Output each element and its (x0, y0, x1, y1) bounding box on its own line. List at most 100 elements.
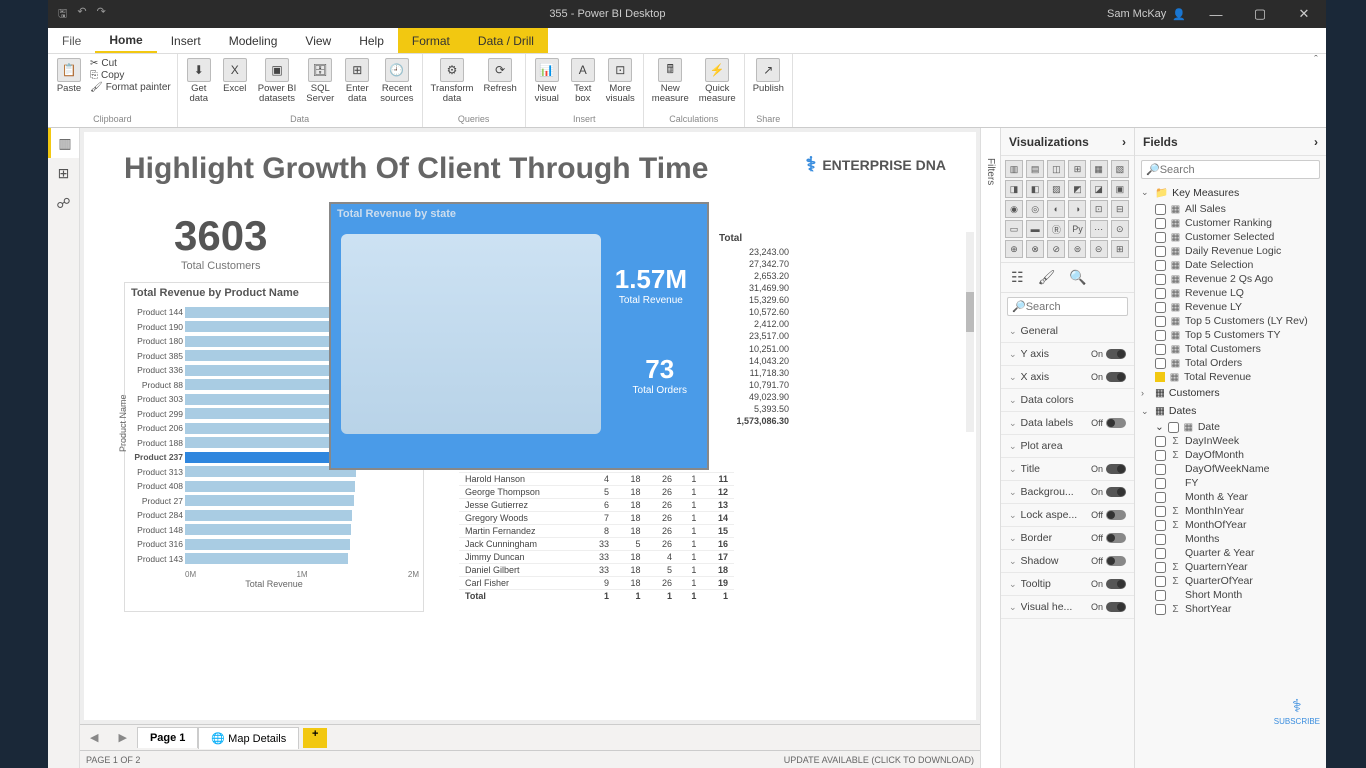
field-item[interactable]: Months (1135, 532, 1326, 546)
scrollbar[interactable] (966, 232, 974, 432)
more-visuals-button[interactable]: ⊡More visuals (602, 56, 639, 107)
format-section-lock-aspe-[interactable]: ⌄Lock aspe...Off (1001, 504, 1134, 527)
field-item[interactable]: ▦Daily Revenue Logic (1135, 244, 1326, 258)
collapse-ribbon-button[interactable]: ˆ (1306, 54, 1326, 127)
field-table-dates[interactable]: ⌄▦Dates (1135, 402, 1326, 420)
field-item[interactable]: ▦Customer Ranking (1135, 216, 1326, 230)
viz-type-button[interactable]: ⊡ (1090, 200, 1108, 218)
menu-format[interactable]: Format (398, 28, 464, 53)
viz-type-button[interactable]: ⊙ (1111, 220, 1129, 238)
filters-pane-collapsed[interactable]: Filters (980, 128, 1000, 768)
visualizations-header[interactable]: Visualizations› (1001, 128, 1134, 156)
field-item[interactable]: ▦Top 5 Customers TY (1135, 328, 1326, 342)
format-search[interactable]: 🔎 (1007, 297, 1128, 316)
field-item[interactable]: ▦Total Revenue (1135, 370, 1326, 384)
field-item[interactable]: ▦All Sales (1135, 202, 1326, 216)
format-section-y-axis[interactable]: ⌄Y axisOn (1001, 343, 1134, 366)
viz-type-button[interactable]: ⊞ (1111, 240, 1129, 258)
get-data-button[interactable]: ⬇Get data (182, 56, 216, 107)
fields-well-button[interactable]: ☷ (1011, 269, 1024, 286)
viz-type-button[interactable]: ◑ (1068, 200, 1086, 218)
viz-type-button[interactable]: ◉ (1005, 200, 1023, 218)
format-section-visual-he-[interactable]: ⌄Visual he...On (1001, 596, 1134, 619)
transform-data-button[interactable]: ⚙Transform data (427, 56, 478, 107)
viz-type-button[interactable]: ◐ (1047, 200, 1065, 218)
report-view-button[interactable]: ▥ (48, 128, 79, 158)
fields-header[interactable]: Fields› (1135, 128, 1326, 156)
viz-type-button[interactable]: ⊕ (1005, 240, 1023, 258)
viz-type-button[interactable]: ▭ (1005, 220, 1023, 238)
pbi-datasets-button[interactable]: ▣Power BI datasets (254, 56, 301, 107)
table-row[interactable]: Harold Hanson41826111 (459, 473, 734, 486)
new-measure-button[interactable]: 🖩New measure (648, 56, 693, 107)
user-label[interactable]: Sam McKay👤 (1099, 8, 1194, 21)
menu-home[interactable]: Home (95, 28, 156, 53)
fields-search[interactable]: 🔎 (1141, 160, 1320, 179)
update-available-link[interactable]: UPDATE AVAILABLE (CLICK TO DOWNLOAD) (784, 755, 974, 765)
viz-type-button[interactable]: ⊜ (1068, 240, 1086, 258)
viz-type-button[interactable]: ▥ (1005, 160, 1023, 178)
cut-button[interactable]: ✂ Cut (90, 58, 171, 69)
menu-data-drill[interactable]: Data / Drill (464, 28, 548, 53)
bar-row[interactable]: Product 408 (185, 479, 419, 494)
next-page-button[interactable]: ▶ (108, 731, 136, 744)
viz-type-button[interactable]: Py (1068, 220, 1086, 238)
page-tab-map-details[interactable]: 🌐 Map Details (198, 727, 299, 749)
format-section-data-colors[interactable]: ⌄Data colors (1001, 389, 1134, 412)
toggle[interactable]: On (1091, 602, 1126, 612)
table-row[interactable]: Daniel Gilbert33185118 (459, 564, 734, 577)
copy-button[interactable]: ⎘ Copy (90, 70, 171, 81)
viz-type-button[interactable]: ◧ (1026, 180, 1044, 198)
kpi-total-customers[interactable]: 3603 Total Customers (174, 212, 267, 272)
viz-type-button[interactable]: ▬ (1026, 220, 1044, 238)
format-section-tooltip[interactable]: ⌄TooltipOn (1001, 573, 1134, 596)
bar-row[interactable]: Product 284 (185, 508, 419, 523)
toggle[interactable]: Off (1091, 510, 1126, 520)
redo-icon[interactable]: ↷ (97, 5, 106, 24)
format-section-x-axis[interactable]: ⌄X axisOn (1001, 366, 1134, 389)
viz-type-button[interactable]: ⊝ (1090, 240, 1108, 258)
field-item[interactable]: DayOfWeekName (1135, 462, 1326, 476)
toggle[interactable]: Off (1091, 556, 1126, 566)
viz-type-button[interactable]: ⊞ (1068, 160, 1086, 178)
field-item[interactable]: ▦Top 5 Customers (LY Rev) (1135, 314, 1326, 328)
toggle[interactable]: Off (1091, 418, 1126, 428)
field-item[interactable]: ▦Total Orders (1135, 356, 1326, 370)
menu-file[interactable]: File (48, 28, 95, 53)
toggle[interactable]: On (1091, 487, 1126, 497)
viz-type-button[interactable]: ◫ (1047, 160, 1065, 178)
bar-row[interactable]: Product 148 (185, 523, 419, 538)
viz-type-button[interactable]: ◩ (1068, 180, 1086, 198)
close-button[interactable]: ✕ (1282, 6, 1326, 22)
bar-row[interactable]: Product 316 (185, 537, 419, 552)
field-item[interactable]: Short Month (1135, 588, 1326, 602)
viz-type-button[interactable]: ◎ (1026, 200, 1044, 218)
format-section-border[interactable]: ⌄BorderOff (1001, 527, 1134, 550)
field-item[interactable]: ΣMonthOfYear (1135, 518, 1326, 532)
field-item[interactable]: ΣMonthInYear (1135, 504, 1326, 518)
field-item[interactable]: ΣQuarternYear (1135, 560, 1326, 574)
toggle[interactable]: On (1091, 579, 1126, 589)
field-item[interactable]: ⌄▦Date (1135, 420, 1326, 434)
format-section-shadow[interactable]: ⌄ShadowOff (1001, 550, 1134, 573)
menu-view[interactable]: View (291, 28, 345, 53)
field-item[interactable]: ΣDayOfMonth (1135, 448, 1326, 462)
field-table-customers[interactable]: ›▦Customers (1135, 384, 1326, 402)
table-row[interactable]: Jack Cunningham33526116 (459, 538, 734, 551)
maximize-button[interactable]: ▢ (1238, 6, 1282, 22)
table-row[interactable]: Carl Fisher91826119 (459, 577, 734, 590)
menu-insert[interactable]: Insert (157, 28, 215, 53)
table-row[interactable]: Martin Fernandez81826115 (459, 525, 734, 538)
new-visual-button[interactable]: 📊New visual (530, 56, 564, 107)
viz-type-button[interactable]: ⋯ (1090, 220, 1108, 238)
viz-type-button[interactable]: ⊟ (1111, 200, 1129, 218)
excel-button[interactable]: XExcel (218, 56, 252, 96)
viz-type-button[interactable]: ▣ (1111, 180, 1129, 198)
format-section-general[interactable]: ⌄General (1001, 320, 1134, 343)
toggle[interactable]: On (1091, 372, 1126, 382)
quick-measure-button[interactable]: ⚡Quick measure (695, 56, 740, 107)
format-section-plot-area[interactable]: ⌄Plot area (1001, 435, 1134, 458)
toggle[interactable]: On (1091, 464, 1126, 474)
format-well-button[interactable]: 🖌 (1038, 269, 1056, 286)
format-section-backgrou-[interactable]: ⌄Backgrou...On (1001, 481, 1134, 504)
